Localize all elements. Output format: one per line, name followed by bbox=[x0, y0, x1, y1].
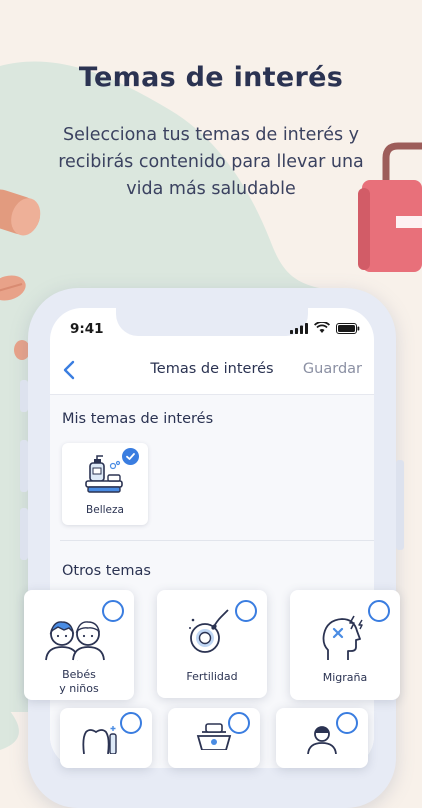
wifi-icon bbox=[314, 322, 330, 333]
topic-card-fertilidad[interactable]: Fertilidad bbox=[157, 590, 267, 698]
unselected-check-icon[interactable] bbox=[336, 712, 358, 734]
unselected-check-icon[interactable] bbox=[368, 600, 390, 622]
topic-card-doctor[interactable] bbox=[276, 708, 368, 768]
promo-title: Temas de interés bbox=[78, 62, 344, 93]
unselected-check-icon[interactable] bbox=[228, 712, 250, 734]
topic-card-bebes-y-ninos[interactable]: Bebés y niños bbox=[24, 590, 134, 700]
save-button[interactable]: Guardar bbox=[303, 361, 362, 377]
selected-check-icon[interactable] bbox=[122, 448, 139, 465]
other-topics-title: Otros temas bbox=[62, 563, 151, 579]
promo-subtitle: Selecciona tus temas de interés y recibi… bbox=[58, 125, 364, 199]
unselected-check-icon[interactable] bbox=[120, 712, 142, 734]
topic-card-migrana[interactable]: Migraña bbox=[290, 590, 400, 700]
fertility-icon bbox=[189, 609, 229, 653]
phone-side-button bbox=[20, 380, 28, 412]
signal-icon bbox=[290, 322, 308, 334]
battery-icon bbox=[336, 322, 360, 334]
beauty-products-icon bbox=[85, 455, 123, 493]
section-divider bbox=[60, 540, 374, 541]
my-topics-title: Mis temas de interés bbox=[62, 411, 214, 427]
topic-card-scale[interactable] bbox=[168, 708, 260, 768]
unselected-check-icon[interactable] bbox=[235, 600, 257, 622]
migraine-icon bbox=[322, 615, 363, 660]
topic-label: Migraña bbox=[322, 671, 368, 684]
status-time: 9:41 bbox=[70, 321, 104, 337]
children-icon bbox=[45, 621, 105, 661]
phone-side-button bbox=[20, 508, 28, 560]
phone-side-button bbox=[396, 460, 404, 550]
status-icons bbox=[290, 322, 360, 334]
topic-label: Bebés y niños bbox=[59, 668, 99, 695]
topic-card-dental[interactable] bbox=[60, 708, 152, 768]
unselected-check-icon[interactable] bbox=[102, 600, 124, 622]
topic-label: Belleza bbox=[86, 504, 124, 516]
pill-tablet-decoration bbox=[0, 275, 26, 301]
topic-label: Fertilidad bbox=[186, 670, 238, 683]
phone-side-button bbox=[20, 440, 28, 492]
phone-notch bbox=[116, 308, 308, 336]
